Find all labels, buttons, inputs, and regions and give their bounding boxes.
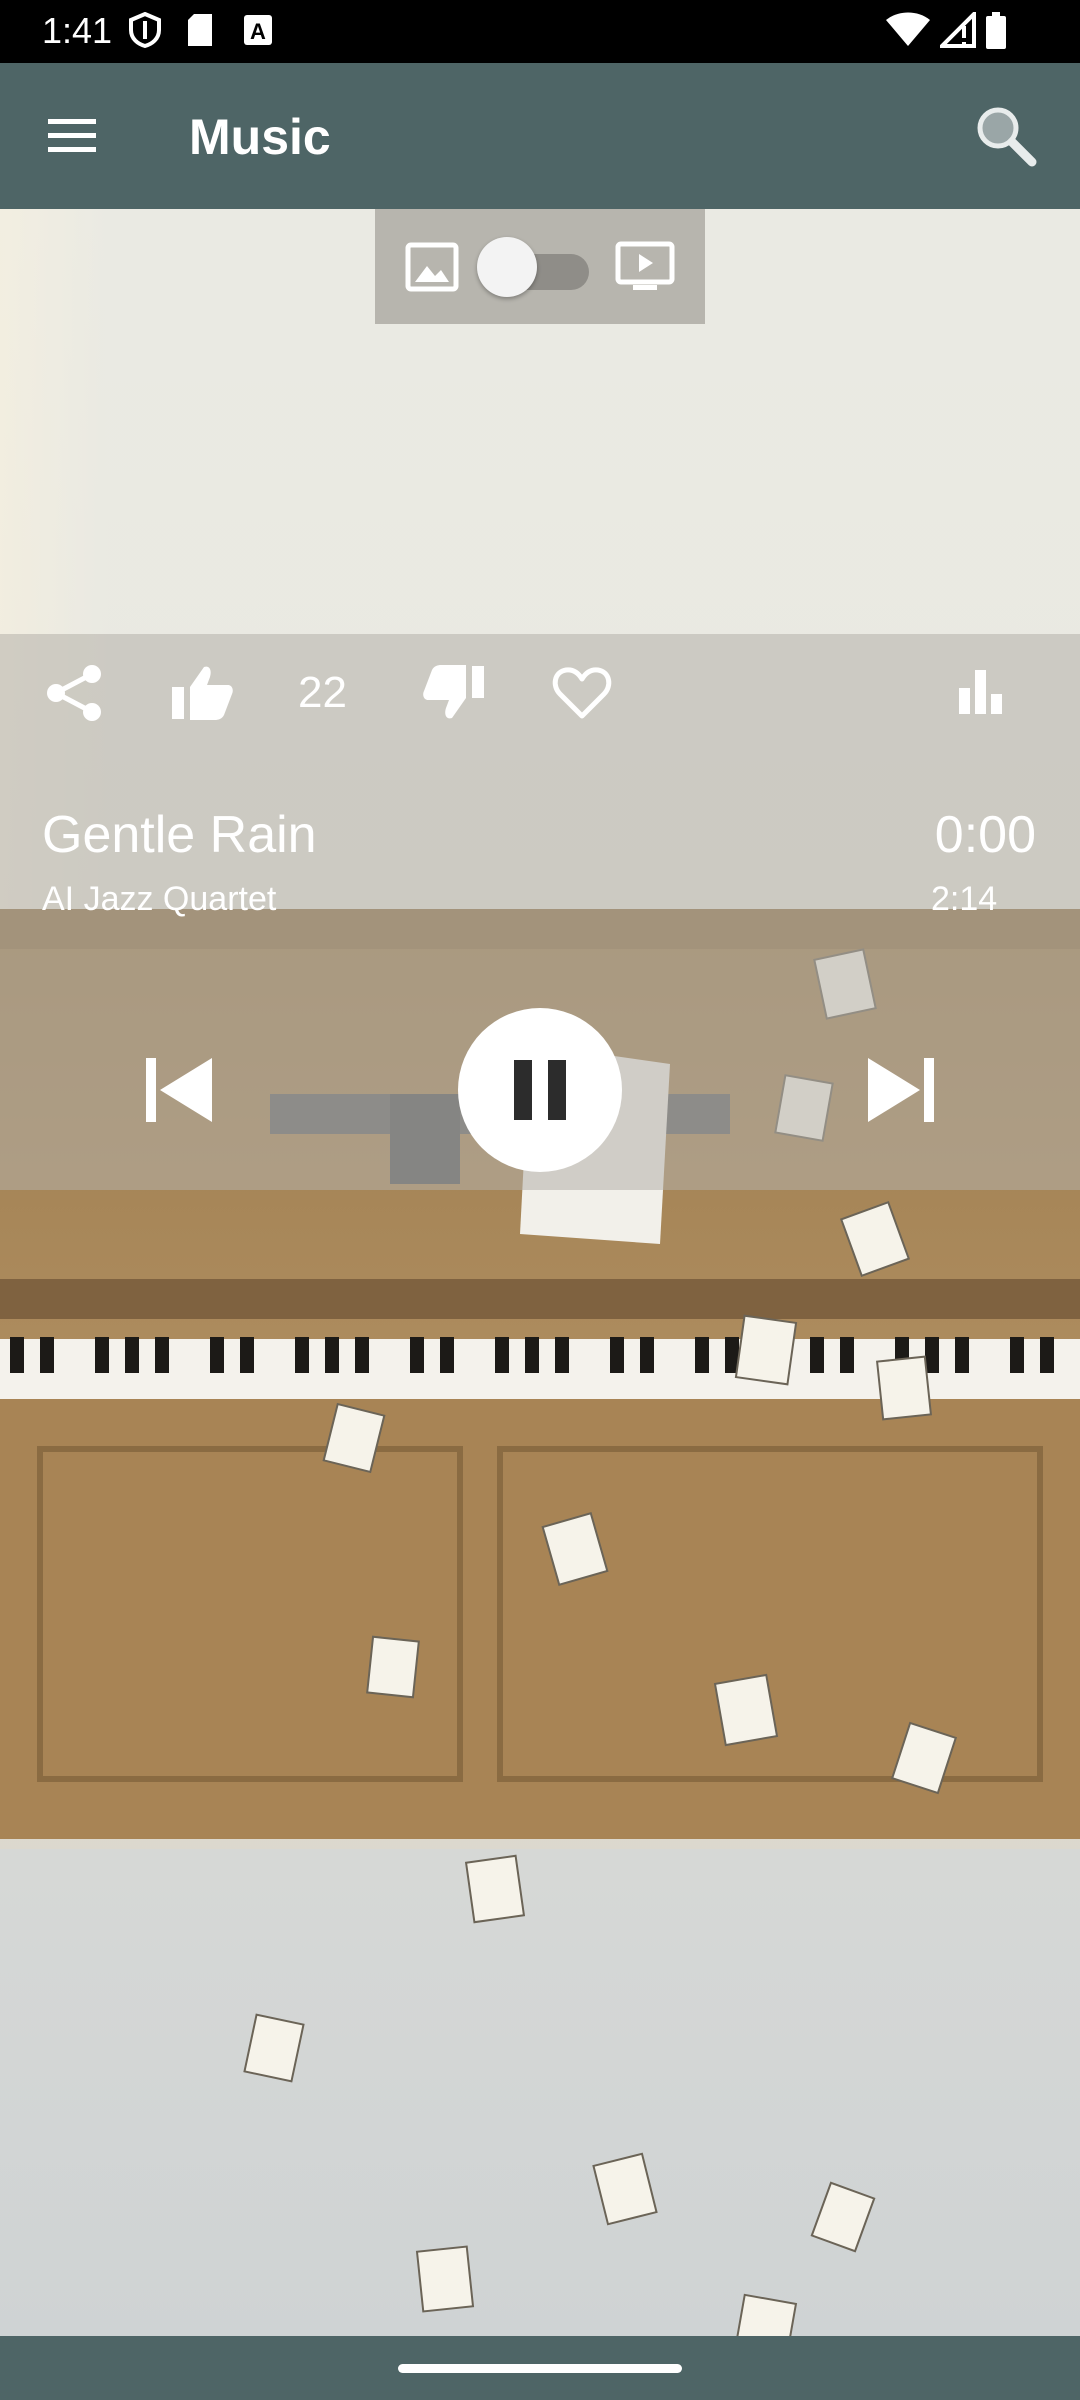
sd-card-icon [188,14,212,46]
thumb-down-icon[interactable] [422,664,486,722]
display-mode-switch[interactable] [477,237,589,297]
a-badge-icon: A [244,15,272,45]
heart-icon[interactable] [552,666,612,720]
svg-text:A: A [250,19,266,44]
status-bar: 1:41 A [0,0,1080,63]
album-artwork [0,209,1080,2336]
share-icon[interactable] [44,664,104,722]
signal-icon [940,12,976,48]
image-icon [405,242,459,292]
menu-button[interactable] [34,103,110,167]
hamburger-menu-icon [48,119,96,152]
time-elapsed: 0:00 [934,806,1036,864]
home-indicator[interactable] [398,2364,682,2373]
status-time: 1:41 [42,10,113,51]
search-icon [977,107,1037,167]
screen-icon [615,241,675,290]
like-count: 22 [298,668,347,717]
thumb-up-icon[interactable] [170,663,234,721]
time-total: 2:14 [931,880,998,918]
shield-icon [129,12,161,48]
bar-chart-icon[interactable] [956,666,1006,716]
app-bar: Music [0,63,1080,209]
pause-icon [514,1060,566,1120]
display-mode-toggle[interactable] [375,209,705,324]
page-title: Music [189,109,331,165]
search-button[interactable] [968,98,1044,174]
wifi-icon [886,12,930,46]
pause-button[interactable] [458,1008,622,1172]
battery-icon [986,12,1006,49]
switch-thumb [477,237,537,297]
track-artist: AI Jazz Quartet [42,880,277,918]
track-title: Gentle Rain [42,806,317,864]
skip-next-icon[interactable] [864,1054,940,1126]
skip-previous-icon[interactable] [140,1054,216,1126]
